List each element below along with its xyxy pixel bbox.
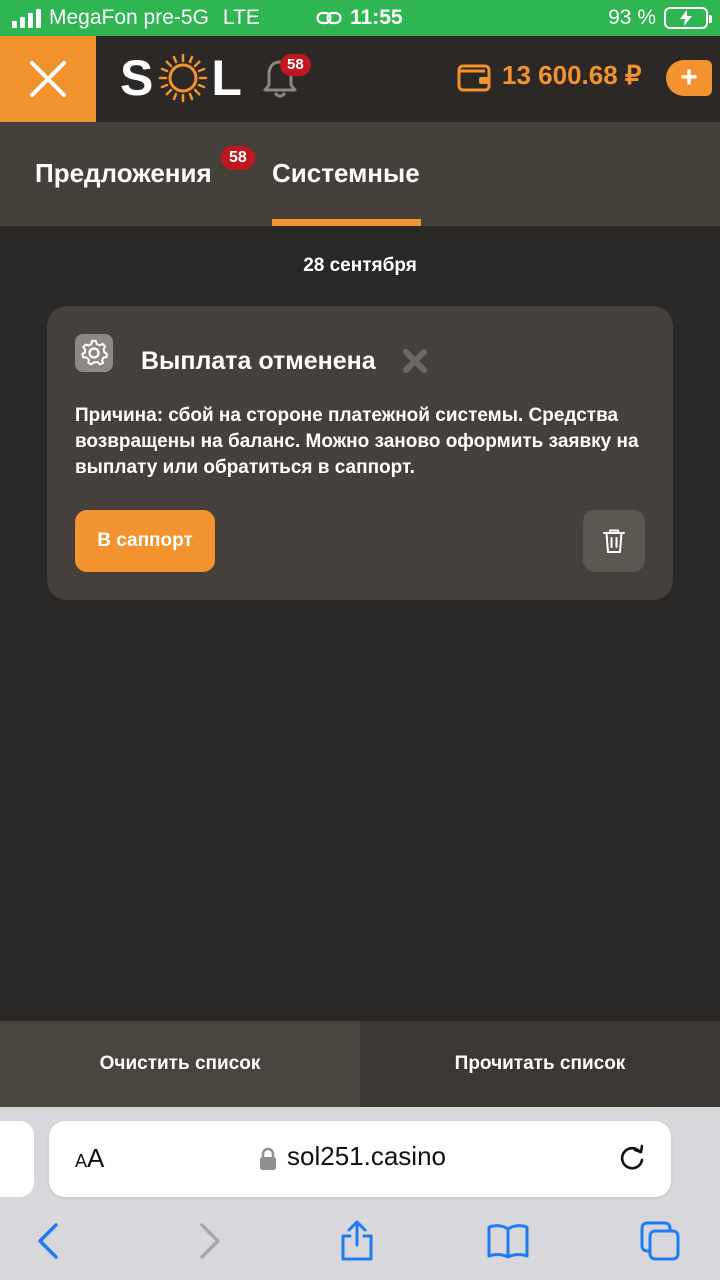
offers-badge: 58 xyxy=(221,146,255,170)
battery-icon xyxy=(664,7,712,29)
logo[interactable]: S L xyxy=(120,50,244,106)
browser-chrome: AA sol251.casino xyxy=(0,1107,720,1280)
notification-card: Выплата отменена Причина: сбой на сторон… xyxy=(47,306,673,600)
balance-amount[interactable]: 13 600.68 ₽ xyxy=(502,60,641,91)
url-text: sol251.casino xyxy=(287,1141,446,1171)
date-label: 28 сентября xyxy=(303,255,417,276)
support-button[interactable]: В саппорт xyxy=(75,510,215,572)
network-type: LTE xyxy=(222,6,260,29)
deposit-button[interactable]: + xyxy=(666,60,712,96)
x-icon xyxy=(403,349,427,373)
trash-icon xyxy=(603,529,625,553)
tabs-icon[interactable] xyxy=(638,1219,682,1263)
plus-icon: + xyxy=(680,61,698,94)
clock: 11:55 xyxy=(350,6,403,29)
notifications-badge: 58 xyxy=(280,54,311,76)
tab-system[interactable]: Системные xyxy=(272,158,420,189)
wallet-icon[interactable] xyxy=(457,62,491,92)
forward-icon[interactable] xyxy=(186,1219,230,1263)
browser-toolbar xyxy=(0,1207,720,1280)
reload-icon[interactable] xyxy=(617,1143,647,1173)
previous-tab-preview[interactable] xyxy=(0,1121,34,1197)
list-actions: Очистить список Прочитать список xyxy=(0,1021,720,1107)
share-icon[interactable] xyxy=(335,1219,379,1263)
delete-button[interactable] xyxy=(583,510,645,572)
notifications-button[interactable]: 58 xyxy=(262,54,311,102)
status-bar: MegaFon pre-5G LTE 11:55 93 % xyxy=(0,0,720,36)
carrier-name: MegaFon pre-5G xyxy=(49,6,209,29)
battery-percent: 93 % xyxy=(608,6,656,29)
gear-icon xyxy=(75,334,113,372)
notification-title: Выплата отменена xyxy=(141,347,376,375)
bookmarks-icon[interactable] xyxy=(486,1219,530,1263)
notification-text: Причина: сбой на стороне платежной систе… xyxy=(75,405,639,478)
app-header: S L 58 13 600.68 ₽ + xyxy=(0,36,720,122)
close-icon xyxy=(30,61,66,97)
sun-icon xyxy=(159,53,208,103)
notification-tabs: Предложения 58 Системные xyxy=(0,122,720,226)
clear-list-button[interactable]: Очистить список xyxy=(0,1021,360,1107)
address-bar[interactable]: AA sol251.casino xyxy=(49,1121,671,1197)
read-list-button[interactable]: Прочитать список xyxy=(360,1021,720,1107)
reader-settings-button[interactable]: AA xyxy=(75,1143,104,1174)
signal-icon xyxy=(12,8,41,28)
tab-offers-label: Предложения xyxy=(35,158,212,188)
tab-offers[interactable]: Предложения 58 xyxy=(35,146,255,189)
tab-system-label: Системные xyxy=(272,158,420,188)
lock-icon xyxy=(260,1147,276,1170)
link-icon xyxy=(316,11,342,25)
close-button[interactable] xyxy=(0,36,96,122)
active-tab-indicator xyxy=(272,219,421,226)
back-icon[interactable] xyxy=(28,1219,72,1263)
